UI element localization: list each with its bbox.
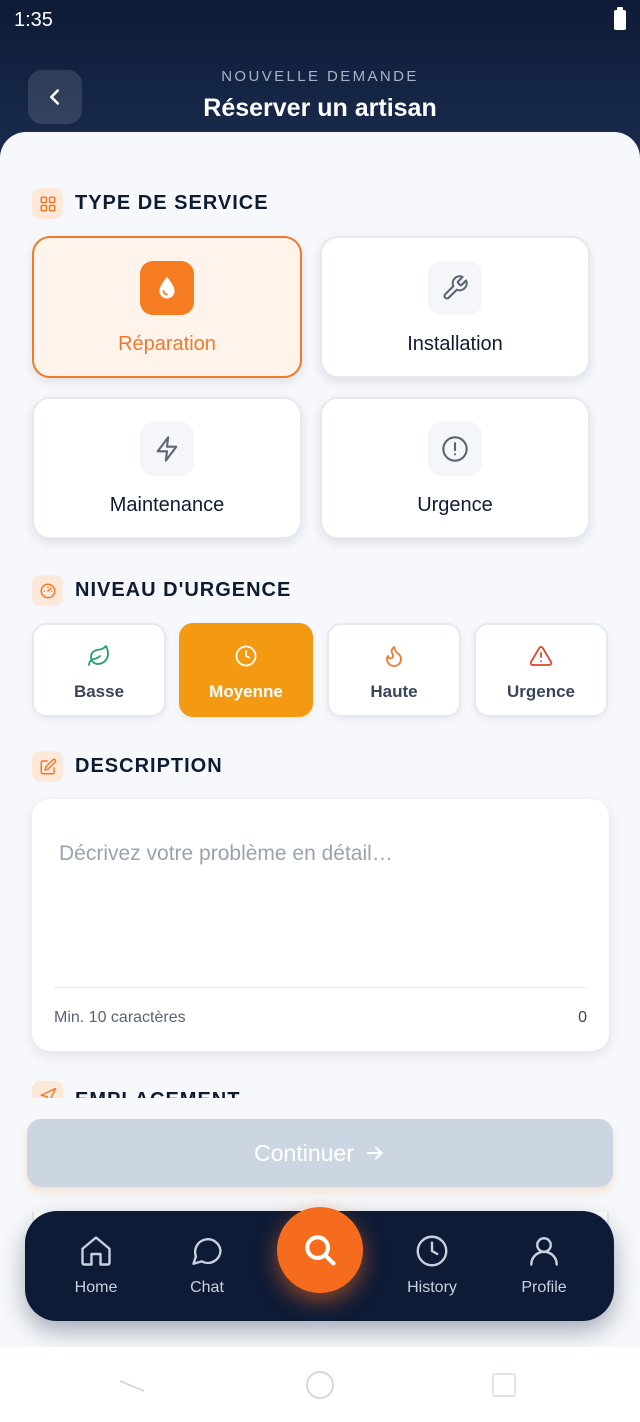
grid-icon: [32, 188, 63, 219]
service-option-label: Urgence: [417, 494, 493, 516]
service-option-urgence[interactable]: Urgence: [320, 397, 590, 539]
nav-chat[interactable]: Chat: [162, 1231, 252, 1297]
service-option-label: Installation: [407, 333, 503, 355]
description-char-count: 0: [578, 1009, 587, 1026]
description-section-header: DESCRIPTION: [32, 751, 223, 782]
service-option-label: Maintenance: [109, 494, 225, 516]
warning-triangle-icon: [528, 643, 554, 669]
urgency-section-header: NIVEAU D'URGENCE: [32, 575, 291, 606]
nav-profile[interactable]: Profile: [499, 1231, 589, 1297]
search-icon: [305, 1235, 336, 1266]
description-divider: [54, 987, 587, 988]
edit-icon: [32, 751, 63, 782]
service-option-maintenance[interactable]: Maintenance: [32, 397, 302, 539]
clock-icon: [233, 643, 259, 669]
nav-history-label: History: [407, 1279, 457, 1296]
system-back-icon[interactable]: [118, 1379, 146, 1393]
description-section-title: DESCRIPTION: [75, 755, 223, 777]
search-fab-button[interactable]: [277, 1207, 363, 1293]
page-title: Réserver un artisan: [203, 94, 437, 122]
urgency-option-label: Haute: [370, 682, 418, 701]
service-section-title: TYPE DE SERVICE: [75, 192, 269, 214]
arrow-right-icon: [366, 1146, 383, 1160]
system-navigation-bar: [0, 1347, 640, 1422]
urgency-option-urgence[interactable]: Urgence: [474, 623, 608, 717]
nav-chat-label: Chat: [190, 1279, 224, 1296]
chat-icon: [187, 1231, 227, 1271]
urgency-option-label: Moyenne: [209, 682, 283, 701]
flame-icon: [381, 643, 407, 669]
lightning-icon: [140, 422, 194, 476]
urgency-option-moyenne[interactable]: Moyenne: [179, 623, 313, 717]
navigation-icon: [32, 1080, 63, 1098]
status-bar: 1:35: [0, 0, 640, 40]
continue-button[interactable]: Continuer: [27, 1119, 613, 1187]
nav-history[interactable]: History: [387, 1231, 477, 1297]
alert-circle-icon: [428, 422, 482, 476]
wrench-icon: [428, 261, 482, 315]
description-min-hint: Min. 10 caractères: [54, 1009, 186, 1026]
system-recent-apps-icon[interactable]: [492, 1373, 516, 1397]
description-placeholder: Décrivez votre problème en détail…: [59, 842, 393, 865]
urgency-option-label: Urgence: [506, 682, 576, 701]
urgency-option-haute[interactable]: Haute: [327, 623, 461, 717]
urgency-section-title: NIVEAU D'URGENCE: [75, 579, 292, 601]
description-textarea[interactable]: Décrivez votre problème en détail… Min. …: [32, 799, 609, 1051]
urgency-option-basse[interactable]: Basse: [32, 623, 166, 717]
service-option-reparation[interactable]: Réparation: [32, 236, 302, 378]
service-option-installation[interactable]: Installation: [320, 236, 590, 378]
water-drop-icon: [140, 261, 194, 315]
nav-profile-label: Profile: [521, 1279, 567, 1296]
battery-icon: [614, 7, 626, 30]
location-section-header: EMPLACEMENT: [32, 1080, 240, 1098]
history-icon: [412, 1231, 452, 1271]
location-section-title: EMPLACEMENT: [75, 1089, 240, 1099]
header-overline: NOUVELLE DEMANDE: [221, 68, 419, 85]
gauge-icon: [32, 575, 63, 606]
profile-icon: [524, 1231, 564, 1271]
status-time: 1:35: [14, 8, 53, 31]
service-option-label: Réparation: [118, 333, 216, 355]
nav-home[interactable]: Home: [51, 1231, 141, 1297]
leaf-icon: [86, 643, 112, 669]
system-home-icon[interactable]: [306, 1371, 334, 1399]
home-icon: [76, 1231, 116, 1271]
continue-button-label: Continuer: [254, 1139, 354, 1166]
urgency-option-label: Basse: [73, 682, 125, 701]
service-section-header: TYPE DE SERVICE: [32, 188, 269, 219]
nav-home-label: Home: [74, 1279, 118, 1296]
